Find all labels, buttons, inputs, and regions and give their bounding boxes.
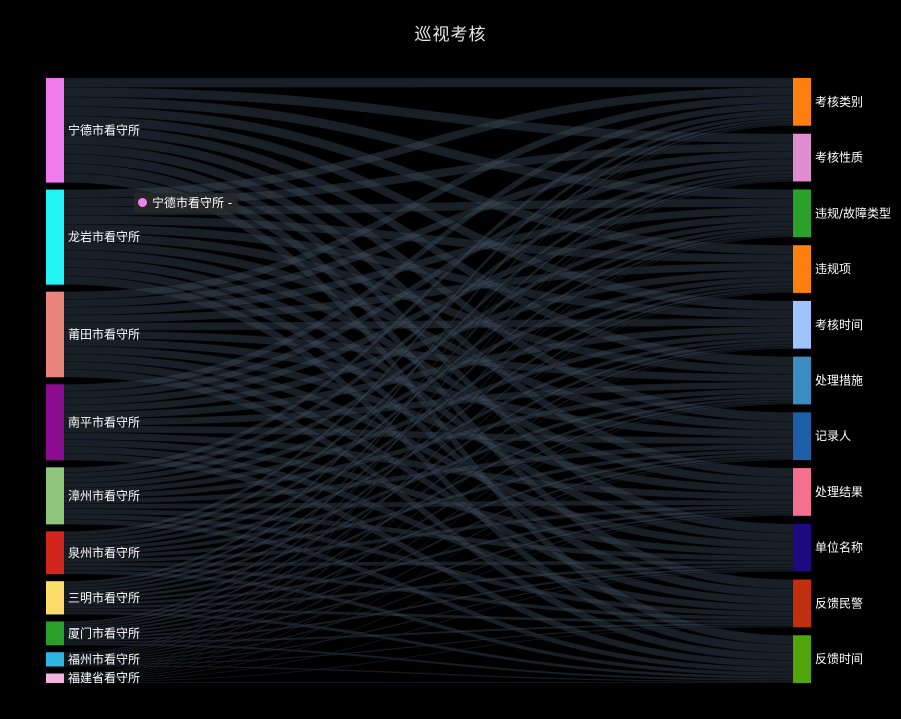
sankey-chart: 巡视考核 宁德市看守所 龙岩市看守所 莆田市看守所 南平市看守所 漳州市看守所 泉州市看守… xyxy=(0,0,901,719)
sankey-node-right[interactable] xyxy=(793,523,811,572)
sankey-node-left[interactable] xyxy=(46,531,64,575)
sankey-node-label-left: 福州市看守所 xyxy=(68,651,140,666)
sankey-node-left[interactable] xyxy=(46,652,64,667)
sankey-node-right[interactable] xyxy=(793,412,811,461)
sankey-node-label-right: 违规/故障类型 xyxy=(815,205,891,220)
sankey-link[interactable] xyxy=(63,681,794,684)
sankey-node-right[interactable] xyxy=(793,133,811,182)
sankey-node-left[interactable] xyxy=(46,78,64,183)
sankey-node-label-left: 宁德市看守所 xyxy=(68,122,140,137)
sankey-node-label-right: 记录人 xyxy=(815,429,851,443)
sankey-node-left[interactable] xyxy=(46,581,64,615)
tooltip-text: 宁德市看守所 - xyxy=(152,196,233,210)
sankey-node-right[interactable] xyxy=(793,468,811,516)
sankey-node-label-right: 反馈民警 xyxy=(815,595,863,610)
sankey-node-left[interactable] xyxy=(46,673,64,683)
sankey-svg: 宁德市看守所龙岩市看守所莆田市看守所南平市看守所漳州市看守所泉州市看守所三明市看… xyxy=(46,77,891,685)
sankey-node-label-left: 漳州市看守所 xyxy=(68,488,140,503)
sankey-node-right[interactable] xyxy=(793,579,811,628)
sankey-node-label-left: 南平市看守所 xyxy=(68,414,140,429)
sankey-node-label-left: 龙岩市看守所 xyxy=(68,229,140,244)
sankey-node-right[interactable] xyxy=(793,189,811,238)
sankey-link[interactable] xyxy=(63,77,794,88)
sankey-node-right[interactable] xyxy=(793,78,811,126)
sankey-node-label-right: 违规项 xyxy=(815,261,851,276)
sankey-node-label-left: 三明市看守所 xyxy=(68,590,140,605)
sankey-node-label-right: 处理措施 xyxy=(815,374,863,388)
sankey-node-label-left: 泉州市看守所 xyxy=(68,545,140,560)
sankey-node-label-right: 反馈时间 xyxy=(815,652,863,666)
sankey-node-label-left: 福建省看守所 xyxy=(68,670,140,685)
links xyxy=(63,77,794,684)
sankey-node-right[interactable] xyxy=(793,245,811,293)
sankey-node-left[interactable] xyxy=(46,189,64,285)
tooltip: 宁德市看守所 - xyxy=(134,193,239,213)
sankey-node-right[interactable] xyxy=(793,356,811,405)
sankey-node-right[interactable] xyxy=(793,635,811,683)
sankey-node-label-left: 莆田市看守所 xyxy=(68,326,140,341)
sankey-node-label-right: 考核性质 xyxy=(815,151,863,165)
sankey-node-left[interactable] xyxy=(46,291,64,378)
sankey-node-left[interactable] xyxy=(46,467,64,525)
tooltip-color-dot xyxy=(138,198,147,207)
sankey-node-label-right: 考核时间 xyxy=(815,318,863,332)
sankey-node-left[interactable] xyxy=(46,621,64,646)
sankey-node-right[interactable] xyxy=(793,300,811,349)
sankey-node-left[interactable] xyxy=(46,384,64,461)
sankey-node-label-right: 处理结果 xyxy=(815,485,863,499)
sankey-node-label-right: 单位名称 xyxy=(815,540,863,555)
sankey-node-label-right: 考核类别 xyxy=(815,95,863,109)
sankey-node-label-left: 厦门市看守所 xyxy=(68,625,140,640)
